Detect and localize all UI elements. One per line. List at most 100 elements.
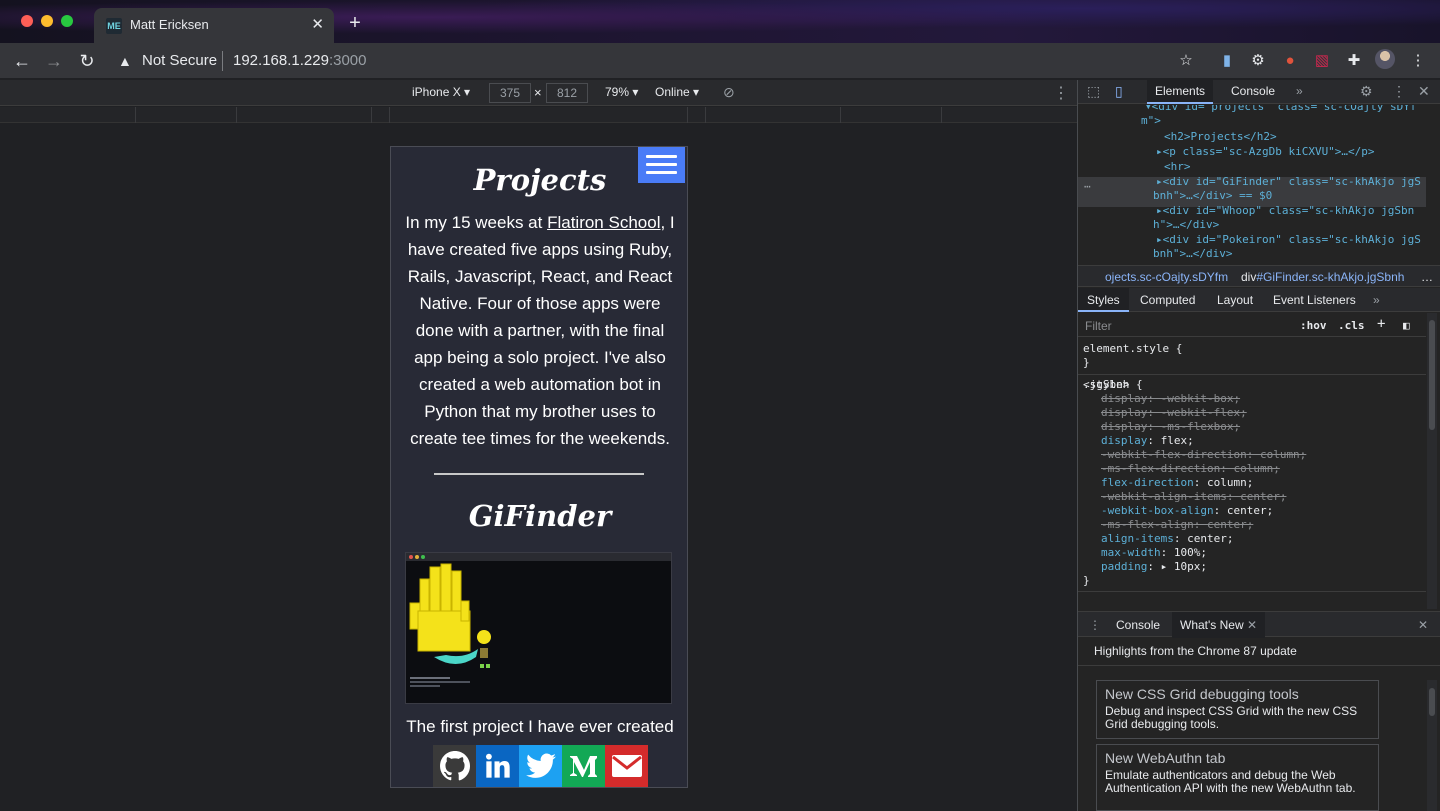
drawer-menu-icon[interactable]: ⋮ — [1089, 618, 1101, 632]
node-ellipsis-icon[interactable]: ⋯ — [1084, 180, 1091, 194]
tab-console[interactable]: Console — [1231, 84, 1275, 98]
css-value: : 100%; — [1160, 546, 1207, 559]
hov-toggle[interactable]: :hov — [1300, 319, 1327, 332]
css-declaration[interactable]: flex-direction: column; — [1101, 476, 1253, 490]
tab-styles[interactable]: Styles — [1078, 288, 1129, 312]
extension-bookmark-icon[interactable]: ▮ — [1217, 51, 1237, 71]
drawer-tab-label: What's New — [1180, 618, 1244, 632]
browser-menu-icon[interactable]: ⋮ — [1408, 51, 1428, 71]
maximize-window-button[interactable] — [61, 15, 73, 27]
extension-gear-icon[interactable]: ⚙ — [1248, 51, 1268, 71]
dom-node[interactable]: ▸<div id="Whoop" class="sc-khAkjo jgSbn — [1156, 204, 1414, 218]
close-window-button[interactable] — [21, 15, 33, 27]
device-more-icon[interactable]: ⋮ — [1053, 83, 1069, 103]
device-toggle-icon[interactable]: ▯ — [1115, 83, 1123, 100]
dom-node-text: <h2>Projects</h2> — [1164, 130, 1277, 143]
gifinder-screenshot[interactable] — [405, 552, 672, 704]
cls-toggle[interactable]: .cls — [1338, 319, 1365, 332]
css-value: : center; — [1173, 532, 1234, 545]
dom-tree[interactable]: ⋯ ▾<div id="projects" class="sc-cOajty s… — [1078, 105, 1440, 265]
drawer-tab-console[interactable]: Console — [1116, 618, 1160, 632]
element-style-selector[interactable]: element.style { — [1083, 342, 1182, 356]
devtools-menu-icon[interactable]: ⋮ — [1392, 83, 1406, 100]
twitter-button[interactable] — [519, 745, 562, 787]
css-declaration[interactable]: display: -webkit-flex; — [1101, 406, 1247, 420]
css-declaration[interactable]: display: -webkit-box; — [1101, 392, 1240, 406]
rule-source-link[interactable]: <style> — [1083, 378, 1426, 392]
css-declaration[interactable]: -ms-flex-direction: column; — [1101, 462, 1280, 476]
bookmark-star-icon[interactable]: ☆ — [1176, 51, 1196, 71]
tab-elements[interactable]: Elements — [1147, 80, 1214, 104]
css-declaration[interactable]: -webkit-align-items: center; — [1101, 490, 1286, 504]
css-declaration[interactable]: align-items: center; — [1101, 532, 1233, 546]
network-select[interactable]: Online ▾ — [655, 85, 699, 99]
extension-blocked-icon[interactable]: ▧ — [1312, 51, 1332, 71]
security-label[interactable]: Not Secure — [142, 52, 217, 69]
reload-icon[interactable]: ↻ — [75, 49, 99, 73]
css-declaration[interactable]: padding: ▸ 10px; — [1101, 560, 1207, 574]
dom-node[interactable]: ▸<div id="Pokeiron" class="sc-khAkjo jgS — [1156, 233, 1421, 247]
more-tabs-icon[interactable]: » — [1296, 84, 1303, 98]
extension-red-icon[interactable]: ● — [1280, 51, 1300, 71]
medium-button[interactable] — [562, 745, 605, 787]
device-height-input[interactable]: 812 — [546, 83, 588, 103]
profile-avatar[interactable] — [1375, 49, 1395, 69]
linkedin-button[interactable] — [476, 745, 519, 787]
dom-node[interactable]: <hr> — [1164, 160, 1191, 174]
tab-layout[interactable]: Layout — [1217, 293, 1253, 307]
zoom-select[interactable]: 79% ▾ — [605, 85, 638, 99]
css-declaration[interactable]: -webkit-flex-direction: column; — [1101, 448, 1306, 462]
news-card[interactable]: New WebAuthn tab Emulate authenticators … — [1096, 744, 1379, 811]
styles-scrollbar-thumb[interactable] — [1429, 320, 1435, 430]
github-button[interactable] — [433, 745, 476, 787]
drawer-tab-close-icon[interactable]: ✕ — [1247, 618, 1257, 632]
css-declaration[interactable]: max-width: 100%; — [1101, 546, 1207, 560]
drawer-tabs: ⋮ Console What's New ✕ ✕ — [1078, 611, 1440, 638]
warning-icon[interactable]: ▲ — [118, 53, 132, 69]
inspect-element-icon[interactable]: ⬚ — [1087, 83, 1100, 100]
new-tab-button[interactable]: + — [344, 12, 366, 34]
rotate-icon[interactable]: ⊘ — [723, 84, 735, 101]
extensions-puzzle-icon[interactable]: ✚ — [1344, 51, 1364, 71]
address-bar[interactable]: 192.168.1.229:3000 — [233, 52, 366, 69]
hamburger-menu-button[interactable] — [638, 147, 685, 183]
browser-tab[interactable]: ME Matt Ericksen ✕ — [94, 8, 334, 43]
tab-title: Matt Ericksen — [130, 17, 209, 32]
more-subtabs-icon[interactable]: » — [1373, 293, 1380, 307]
whats-new-heading: Highlights from the Chrome 87 update — [1094, 644, 1297, 658]
tab-computed[interactable]: Computed — [1140, 293, 1195, 307]
css-declaration[interactable]: display: flex; — [1101, 434, 1194, 448]
devtools-close-icon[interactable]: ✕ — [1418, 83, 1430, 100]
drawer-close-icon[interactable]: ✕ — [1418, 618, 1428, 632]
dom-node[interactable]: ▸<p class="sc-AzgDb kiCXVU">…</p> — [1156, 145, 1375, 159]
settings-gear-icon[interactable]: ⚙ — [1360, 83, 1373, 100]
css-declaration[interactable]: -ms-flex-align: center; — [1101, 518, 1253, 532]
styles-pane[interactable]: element.style { } .jgSbnh { <style> disp… — [1078, 338, 1426, 608]
dom-node[interactable]: <h2>Projects</h2> — [1164, 130, 1277, 144]
dom-node-selected[interactable]: ▸<div id="GiFinder" class="sc-khAkjo jgS — [1156, 175, 1421, 189]
breadcrumb-item[interactable]: ojects.sc-cOajty.sDYfm — [1105, 270, 1228, 284]
css-value: : -ms-flexbox; — [1147, 420, 1241, 433]
breadcrumb-more-icon[interactable]: … — [1421, 270, 1433, 284]
new-rule-icon[interactable]: + — [1377, 316, 1385, 332]
sidebar-toggle-icon[interactable]: ◧ — [1403, 319, 1410, 332]
email-button[interactable] — [605, 745, 648, 787]
dom-node[interactable]: ▾<div id="projects" class="sc-cOajty sDY… — [1145, 105, 1417, 114]
tab-event-listeners[interactable]: Event Listeners — [1273, 293, 1356, 307]
device-width-input[interactable]: 375 — [489, 83, 531, 103]
styles-filter-input[interactable]: Filter — [1085, 319, 1112, 333]
device-select[interactable]: iPhone X ▾ — [412, 85, 470, 99]
breadcrumb-item-active[interactable]: div#GiFinder.sc-khAkjo.jgSbnh — [1241, 270, 1404, 284]
forward-icon[interactable]: → — [42, 49, 66, 73]
whats-new-scrollbar-thumb[interactable] — [1429, 688, 1435, 716]
news-card[interactable]: New CSS Grid debugging tools Debug and i… — [1096, 680, 1379, 739]
css-declaration[interactable]: -webkit-box-align: center; — [1101, 504, 1273, 518]
tab-close-icon[interactable]: ✕ — [311, 15, 324, 33]
drawer-tab-whats-new[interactable]: What's New ✕ — [1172, 612, 1266, 638]
menu-bar-icon — [646, 171, 677, 174]
media-query-ruler[interactable] — [0, 107, 1077, 123]
minimize-window-button[interactable] — [41, 15, 53, 27]
css-declaration[interactable]: display: -ms-flexbox; — [1101, 420, 1240, 434]
flatiron-school-link[interactable]: Flatiron School — [547, 213, 660, 232]
back-icon[interactable]: ← — [10, 49, 34, 73]
